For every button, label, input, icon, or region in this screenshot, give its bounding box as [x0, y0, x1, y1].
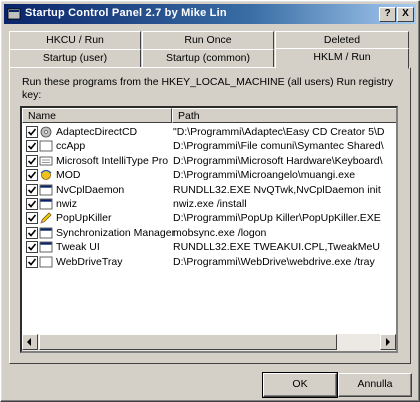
- cd-icon: [39, 126, 53, 138]
- row-name: NvCplDaemon: [56, 183, 125, 196]
- row-checkbox[interactable]: [26, 226, 38, 239]
- row-path: mobsync.exe /logon: [173, 226, 267, 239]
- app-icon: [7, 8, 21, 20]
- arrow-left-icon: [27, 338, 31, 346]
- horizontal-scrollbar[interactable]: [22, 334, 396, 351]
- close-button[interactable]: X: [397, 7, 414, 22]
- row-name: Synchronization Manager: [56, 226, 176, 239]
- table-row[interactable]: Synchronization Manager mobsync.exe /logo…: [22, 226, 396, 240]
- blank-app-icon: [39, 140, 53, 152]
- blank-app-icon: [39, 256, 53, 268]
- scroll-thumb[interactable]: [39, 334, 337, 350]
- table-row[interactable]: AdaptecDirectCD "D:\Programmi\Adaptec\Eas…: [22, 125, 396, 139]
- row-checkbox[interactable]: [26, 126, 38, 138]
- row-path: nwiz.exe /install: [173, 197, 247, 210]
- row-checkbox[interactable]: [26, 255, 38, 268]
- row-checkbox[interactable]: [26, 197, 38, 210]
- row-path: D:\Programmi\Microangelo\muangi.exe: [173, 169, 356, 182]
- scroll-right-button[interactable]: [380, 334, 396, 350]
- tab-run-once[interactable]: Run Once: [142, 31, 274, 50]
- tab-hkcu-run[interactable]: HKCU / Run: [9, 31, 141, 50]
- tab-row-top: HKCU / Run Run Once Deleted: [9, 31, 409, 50]
- row-name: PopUpKiller: [56, 212, 112, 225]
- row-name: MOD: [56, 169, 81, 182]
- row-checkbox[interactable]: [26, 140, 38, 153]
- table-row[interactable]: WebDriveTray D:\Programmi\WebDrive\webdri…: [22, 255, 396, 269]
- window-icon: [39, 241, 53, 253]
- tab-panel: Run these programs from the HKEY_LOCAL_M…: [9, 67, 411, 364]
- row-name: AdaptecDirectCD: [56, 126, 138, 138]
- table-row[interactable]: nwiz nwiz.exe /install: [22, 197, 396, 211]
- row-path: D:\Programmi\Microsoft Hardware\Keyboard…: [173, 154, 383, 167]
- list-body: AdaptecDirectCD "D:\Programmi\Adaptec\Eas…: [22, 125, 396, 330]
- table-row[interactable]: MOD D:\Programmi\Microangelo\muangi.exe: [22, 168, 396, 182]
- window-icon: [39, 227, 53, 239]
- column-header-path[interactable]: Path: [172, 108, 396, 123]
- row-path: D:\Programmi\File comuni\Symantec Shared…: [173, 140, 384, 153]
- table-row[interactable]: Tweak UI RUNDLL32.EXE TWEAKUI.CPL,TweakMe…: [22, 240, 396, 254]
- checkmark-icon: [27, 214, 37, 223]
- row-path: RUNDLL32.EXE NvQTwk,NvCplDaemon init: [173, 183, 381, 196]
- checkmark-icon: [27, 171, 37, 179]
- row-path: RUNDLL32.EXE TWEAKUI.CPL,TweakMeU: [173, 241, 380, 254]
- pencil-icon: [39, 212, 53, 224]
- checkmark-icon: [27, 128, 37, 136]
- row-path: D:\Programmi\WebDrive\webdrive.exe /tray: [173, 255, 375, 268]
- row-name: ccApp: [56, 140, 86, 153]
- checkmark-icon: [27, 229, 37, 237]
- tab-hklm-run[interactable]: HKLM / Run: [275, 48, 409, 69]
- row-name: Microsoft IntelliType Pro: [56, 154, 169, 167]
- row-path: D:\Programmi\PopUp Killer\PopUpKiller.EX…: [173, 212, 381, 225]
- title-bar[interactable]: Startup Control Panel 2.7 by Mike Lin ? …: [4, 4, 416, 24]
- startup-control-panel-window: Startup Control Panel 2.7 by Mike Lin ? …: [0, 0, 420, 402]
- row-checkbox[interactable]: [26, 169, 38, 182]
- tab-row-bottom: Startup (user) Startup (common) HKLM / R…: [9, 48, 409, 69]
- checkmark-icon: [27, 243, 37, 251]
- table-row[interactable]: PopUpKiller D:\Programmi\PopUp Killer\Pop…: [22, 211, 396, 225]
- row-checkbox[interactable]: [26, 212, 38, 225]
- arrow-right-icon: [386, 338, 390, 346]
- checkmark-icon: [27, 200, 37, 208]
- table-row[interactable]: Microsoft IntelliType Pro D:\Programmi\Mi…: [22, 154, 396, 168]
- help-button[interactable]: ?: [379, 7, 396, 22]
- cancel-button[interactable]: Annulla: [338, 373, 412, 397]
- row-checkbox[interactable]: [26, 183, 38, 196]
- row-path: "D:\Programmi\Adaptec\Easy CD Creator 5\…: [173, 126, 385, 138]
- tab-startup-common[interactable]: Startup (common): [142, 49, 274, 68]
- ok-button[interactable]: OK: [262, 372, 338, 398]
- row-name: WebDriveTray: [56, 255, 123, 268]
- table-row[interactable]: NvCplDaemon RUNDLL32.EXE NvQTwk,NvCplDaem…: [22, 183, 396, 197]
- window-title: Startup Control Panel 2.7 by Mike Lin: [25, 7, 227, 19]
- column-header-name[interactable]: Name: [22, 108, 172, 123]
- angel-icon: [39, 169, 53, 181]
- row-checkbox[interactable]: [26, 154, 38, 167]
- checkmark-icon: [27, 142, 37, 151]
- window-icon: [39, 198, 53, 210]
- row-checkbox[interactable]: [26, 241, 38, 254]
- window-icon: [39, 184, 53, 196]
- startup-list[interactable]: Name Path AdaptecDirectCD "D:\Programmi\A…: [20, 106, 398, 353]
- scroll-left-button[interactable]: [22, 334, 38, 350]
- checkmark-icon: [27, 157, 37, 165]
- row-name: nwiz: [56, 197, 78, 210]
- checkmark-icon: [27, 258, 37, 266]
- tab-startup-user[interactable]: Startup (user): [9, 49, 141, 68]
- table-row[interactable]: ccApp D:\Programmi\File comuni\Symantec S…: [22, 139, 396, 153]
- list-header: Name Path: [22, 108, 396, 124]
- checkmark-icon: [27, 186, 37, 194]
- row-name: Tweak UI: [56, 241, 100, 254]
- panel-description: Run these programs from the HKEY_LOCAL_M…: [22, 76, 394, 101]
- keyboard-icon: [39, 155, 53, 167]
